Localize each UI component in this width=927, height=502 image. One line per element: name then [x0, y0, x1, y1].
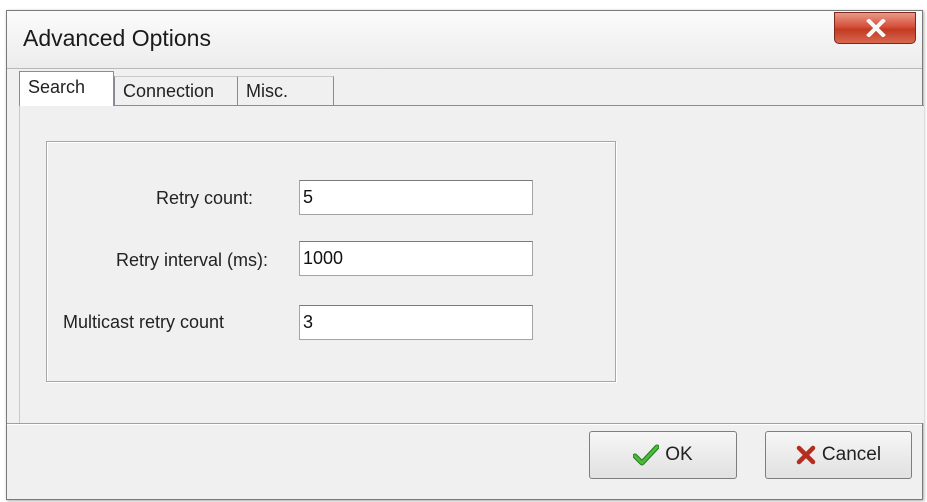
close-button[interactable]: [834, 12, 916, 44]
tab-connection[interactable]: Connection: [114, 76, 238, 105]
ok-button[interactable]: OK: [589, 431, 737, 479]
tab-search[interactable]: Search: [19, 71, 114, 106]
close-icon: [866, 19, 886, 37]
cancel-button-label: Cancel: [821, 444, 882, 465]
cancel-button[interactable]: Cancel: [765, 431, 912, 479]
retry-count-label: Retry count:: [156, 188, 254, 208]
dialog-title: Advanced Options: [23, 25, 211, 51]
retry-interval-label: Retry interval (ms):: [116, 250, 269, 270]
multicast-retry-count-label: Multicast retry count: [63, 312, 225, 332]
multicast-retry-count-input[interactable]: [299, 305, 533, 340]
checkmark-icon: [633, 444, 660, 466]
x-mark-icon: [796, 445, 816, 465]
retry-interval-input[interactable]: [299, 241, 533, 276]
button-area-divider: [7, 423, 922, 425]
retry-count-input[interactable]: [299, 180, 533, 215]
search-tab-panel: Retry count: Retry interval (ms): Multic…: [19, 105, 924, 423]
tab-misc[interactable]: Misc.: [238, 76, 334, 105]
ok-button-label: OK: [665, 444, 693, 465]
title-bar[interactable]: Advanced Options: [7, 11, 922, 69]
search-settings-group: Retry count: Retry interval (ms): Multic…: [46, 141, 616, 382]
advanced-options-dialog: Advanced Options Search Connection Misc.…: [6, 10, 924, 500]
